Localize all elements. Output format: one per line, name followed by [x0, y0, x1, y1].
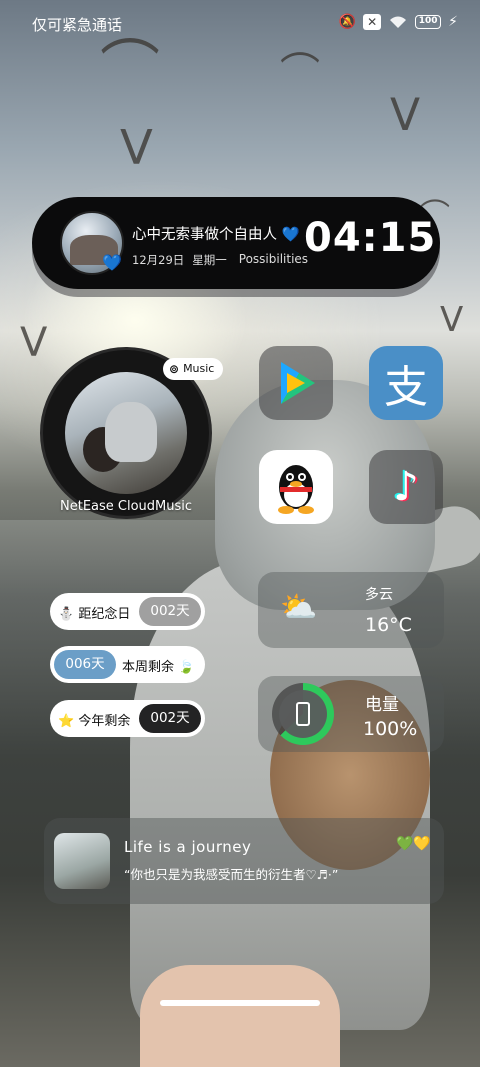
profile-clock-widget[interactable]: 💙 心中无索事做个自由人 💙 12月29日 星期一 Possibilities … [32, 197, 440, 289]
partly-cloudy-icon: ⛅ [280, 590, 318, 625]
tagline-label: Possibilities [238, 252, 309, 266]
battery-ring-center [279, 690, 327, 738]
no-sim-icon: ✕ [363, 14, 382, 30]
app-douyin[interactable]: ♪ [369, 450, 443, 524]
alipay-icon: 支 [384, 362, 428, 413]
music-app-name[interactable]: NetEase CloudMusic [60, 499, 192, 514]
weather-widget[interactable]: ⛅ 多云 16°C [258, 572, 444, 648]
wallpaper-hand [140, 965, 340, 1067]
douyin-icon: ♪ [393, 464, 419, 510]
app-alipay[interactable]: 支 [369, 346, 443, 420]
status-bar: 仅可紧急通话 🔕 ✕ 100 ⚡ [0, 0, 480, 48]
carrier-text: 仅可紧急通话 [32, 16, 123, 34]
weather-temperature: 16°C [365, 614, 412, 636]
hearts-icon: 💚💛 [396, 836, 431, 852]
mute-icon: 🔕 [338, 14, 357, 30]
date-label: 12月29日 [132, 253, 185, 267]
battery-value: 100% [363, 718, 418, 740]
counter-label-text: 距纪念日 [78, 607, 131, 622]
counter-label: 本周剩余 🍃 [122, 656, 194, 675]
weather-condition: 多云 [365, 587, 393, 603]
quote-title: Life is a journey [124, 838, 252, 856]
anniversary-counter[interactable]: ⛄ 距纪念日 002天 [50, 593, 205, 630]
heart-icon: 💙 [102, 253, 122, 272]
counter-label: ⛄ 距纪念日 [58, 603, 130, 622]
tencent-video-icon [281, 362, 315, 404]
album-cover [65, 372, 187, 494]
leaf-icon: 🍃 [178, 660, 195, 675]
pill-title-text: 心中无索事做个自由人 [132, 227, 277, 243]
quote-widget[interactable]: Life is a journey 💚💛 “你也只是为我感受而生的衍生者♡♬·” [44, 818, 444, 904]
home-indicator[interactable] [160, 1000, 320, 1006]
album-figure [105, 402, 157, 462]
status-icons: 🔕 ✕ 100 ⚡ [339, 14, 458, 30]
counter-label-text: 今年剩余 [78, 714, 131, 729]
counter-value: 002天 [139, 704, 201, 733]
year-remaining-counter[interactable]: ⭐ 今年剩余 002天 [50, 700, 205, 737]
wallpaper-bird: ᐯ [440, 300, 464, 340]
music-tag-label: Music [183, 362, 215, 375]
battery-widget[interactable]: 电量 100% [258, 676, 444, 752]
counter-label-text: 本周剩余 [122, 660, 175, 675]
weekday-label: 星期一 [192, 253, 227, 267]
snowman-icon: ⛄ [58, 607, 75, 622]
battery-label: 电量 [365, 695, 399, 715]
pill-title: 心中无索事做个自由人 💙 [132, 223, 300, 244]
counter-value: 006天 [54, 650, 116, 679]
clock-time: 04:15 [304, 215, 437, 261]
qq-penguin-icon [278, 465, 314, 514]
app-tencent-video[interactable] [259, 346, 333, 420]
app-qq[interactable] [259, 450, 333, 524]
star-icon: ⭐ [58, 714, 75, 729]
week-remaining-counter[interactable]: 006天 本周剩余 🍃 [50, 646, 205, 683]
music-tag: ⊚ Music [163, 358, 224, 380]
netease-logo-icon: ⊚ [169, 362, 180, 376]
battery-icon: 100 [415, 15, 442, 29]
wallpaper-bird: ⌒ [280, 50, 320, 96]
wallpaper-bird: ᐯ [120, 120, 153, 176]
battery-ring [272, 683, 334, 745]
heart-icon: 💙 [281, 227, 300, 243]
pill-subtitle: 12月29日 星期一 Possibilities [132, 252, 308, 268]
wallpaper-bird: ᐯ [20, 320, 48, 366]
wifi-icon [388, 14, 408, 30]
quote-thumbnail [54, 833, 110, 889]
quote-text: “你也只是为我感受而生的衍生者♡♬·” [124, 867, 339, 882]
charging-icon: ⚡ [448, 14, 458, 30]
counter-value: 002天 [139, 597, 201, 626]
wallpaper-bird: ᐯ [390, 90, 421, 141]
phone-icon [296, 702, 310, 726]
counter-label: ⭐ 今年剩余 [58, 710, 130, 729]
